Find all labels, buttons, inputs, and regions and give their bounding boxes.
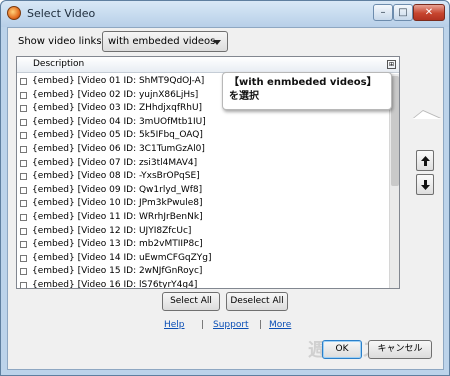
list-item[interactable]: {embed} [Video 08 ID: -YxsBrOPqSE]: [17, 170, 389, 184]
chevron-down-icon: [213, 40, 221, 45]
list-item[interactable]: {embed} [Video 14 ID: uEwmCFGqZYg]: [17, 252, 389, 266]
row-label: {embed} [Video 13 ID: mb2vMTIIP8c]: [32, 239, 203, 250]
row-label: {embed} [Video 11 ID: WRrhJrBenNk]: [32, 211, 203, 222]
list-item[interactable]: {embed} [Video 16 ID: lS76tyrY4g4]: [17, 279, 389, 289]
row-checkbox[interactable]: [20, 78, 27, 85]
row-label: {embed} [Video 08 ID: -YxsBrOPqSE]: [32, 171, 200, 182]
ok-button[interactable]: OK: [322, 340, 362, 359]
list-item[interactable]: {embed} [Video 12 ID: UJYI8ZfcUc]: [17, 225, 389, 239]
dropdown-selected-value: with embeded videos: [108, 36, 216, 47]
row-label: {embed} [Video 16 ID: lS76tyrY4g4]: [32, 279, 198, 289]
help-link[interactable]: Help: [164, 320, 185, 330]
link-separator: |: [259, 320, 263, 330]
row-checkbox[interactable]: [20, 173, 27, 181]
list-item[interactable]: {embed} [Video 07 ID: zsi3tl4MAV4]: [17, 157, 389, 171]
row-label: {embed} [Video 07 ID: zsi3tl4MAV4]: [32, 157, 198, 168]
row-checkbox[interactable]: [20, 132, 27, 140]
list-item[interactable]: {embed} [Video 10 ID: JPm3kPwule8]: [17, 197, 389, 211]
row-label: {embed} [Video 03 ID: ZHhdjxqfRhU]: [32, 103, 203, 114]
list-item[interactable]: {embed} [Video 09 ID: Qw1rlyd_Wf8]: [17, 184, 389, 198]
row-checkbox[interactable]: [20, 213, 27, 221]
cancel-button[interactable]: キャンセル: [368, 340, 432, 359]
close-button[interactable]: ✕: [413, 4, 445, 21]
row-label: {embed} [Video 15 ID: 2wNJfGnRoyc]: [32, 266, 203, 277]
row-label: {embed} [Video 10 ID: JPm3kPwule8]: [32, 198, 203, 209]
row-label: {embed} [Video 06 ID: 3C1TumGzAl0]: [32, 143, 205, 154]
callout-line-2: を選択: [229, 91, 259, 102]
filter-label: Show video links:: [18, 36, 105, 47]
support-link[interactable]: Support: [213, 320, 249, 330]
video-links-dropdown[interactable]: with embeded videos: [102, 31, 228, 52]
move-up-button[interactable]: [416, 150, 434, 171]
column-header-description[interactable]: Description: [33, 59, 84, 69]
list-item[interactable]: {embed} [Video 13 ID: mb2vMTIIP8c]: [17, 238, 389, 252]
row-label: {embed} [Video 02 ID: yujnX86LjHs]: [32, 89, 199, 100]
title-bar[interactable]: Select Video – □ ✕: [1, 1, 449, 27]
row-checkbox[interactable]: [20, 105, 27, 113]
firefox-icon: [7, 6, 21, 20]
callout-pointer: [413, 111, 441, 119]
move-down-button[interactable]: [416, 174, 434, 195]
window-title: Select Video: [27, 7, 96, 20]
callout-line-1: 【with enmbeded videos】: [229, 77, 377, 88]
more-link[interactable]: More: [269, 320, 291, 330]
list-item[interactable]: {embed} [Video 15 ID: 2wNJfGnRoyc]: [17, 265, 389, 279]
row-checkbox[interactable]: [20, 268, 27, 276]
row-label: {embed} [Video 01 ID: ShMT9QdOJ-A]: [32, 76, 205, 86]
scrollbar-thumb[interactable]: [391, 76, 399, 186]
row-checkbox[interactable]: [20, 241, 27, 249]
select-all-button[interactable]: Select All: [162, 292, 220, 311]
list-item[interactable]: {embed} [Video 05 ID: 5k5IFbq_OAQ]: [17, 129, 389, 143]
deselect-all-button[interactable]: Deselect All: [226, 292, 288, 311]
arrow-up-icon: [421, 156, 430, 166]
row-checkbox[interactable]: [20, 186, 27, 194]
row-label: {embed} [Video 09 ID: Qw1rlyd_Wf8]: [32, 184, 203, 195]
maximize-button[interactable]: □: [393, 4, 413, 21]
row-label: {embed} [Video 14 ID: uEwmCFGqZYg]: [32, 252, 212, 263]
row-checkbox[interactable]: [20, 91, 27, 99]
list-item[interactable]: {embed} [Video 04 ID: 3mUOfMtb1IU]: [17, 116, 389, 130]
row-checkbox[interactable]: [20, 281, 27, 288]
column-picker-icon[interactable]: ⊞: [387, 60, 396, 69]
list-item[interactable]: {embed} [Video 06 ID: 3C1TumGzAl0]: [17, 143, 389, 157]
dialog-window: Select Video – □ ✕ Show video links: wit…: [0, 0, 450, 376]
row-label: {embed} [Video 05 ID: 5k5IFbq_OAQ]: [32, 130, 203, 141]
minimize-button[interactable]: –: [373, 4, 393, 21]
row-checkbox[interactable]: [20, 145, 27, 153]
row-checkbox[interactable]: [20, 159, 27, 167]
link-separator: |: [201, 320, 205, 330]
row-label: {embed} [Video 12 ID: UJYI8ZfcUc]: [32, 225, 192, 236]
annotation-callout: 【with enmbeded videos】 を選択: [222, 72, 441, 119]
arrow-down-icon: [421, 180, 430, 190]
list-header: Description ⊞: [17, 57, 399, 73]
row-checkbox[interactable]: [20, 227, 27, 235]
row-checkbox[interactable]: [20, 118, 27, 126]
row-checkbox[interactable]: [20, 200, 27, 208]
dialog-body: Show video links: with embeded videos De…: [7, 27, 444, 370]
list-item[interactable]: {embed} [Video 11 ID: WRrhJrBenNk]: [17, 211, 389, 225]
row-label: {embed} [Video 04 ID: 3mUOfMtb1IU]: [32, 116, 206, 127]
row-checkbox[interactable]: [20, 254, 27, 262]
